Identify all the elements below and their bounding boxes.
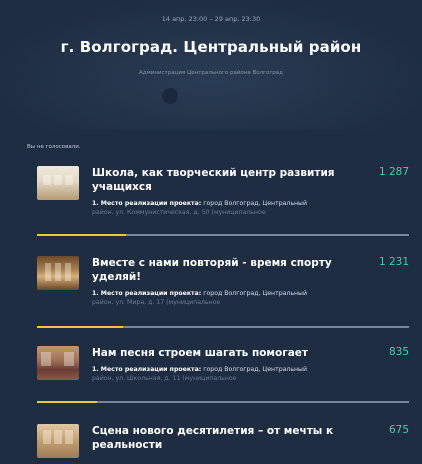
location-text: город Волгоград, Центральный bbox=[201, 290, 307, 297]
project-item[interactable]: Школа, как творческий центр развития уча… bbox=[37, 166, 415, 238]
page-title: г. Волгоград. Центральный район bbox=[60, 38, 362, 56]
progress-bar bbox=[37, 326, 409, 328]
voting-period: 14 апр, 23:00 – 29 апр, 23:30 bbox=[161, 15, 261, 23]
project-item[interactable]: Вместе с нами повторяй - время спорту уд… bbox=[37, 256, 415, 328]
location-text-more: район, ул. Мира, д. 17 (муниципальное bbox=[92, 299, 221, 306]
page-header: 14 апр, 23:00 – 29 апр, 23:30 г. Волгогр… bbox=[0, 0, 422, 130]
project-thumbnail[interactable] bbox=[37, 346, 79, 380]
project-title[interactable]: Нам песня строем шагать помогает bbox=[92, 346, 362, 360]
project-description: 1. Место реализации проекта: город Волго… bbox=[92, 365, 377, 383]
project-title[interactable]: Школа, как творческий центр развития уча… bbox=[92, 166, 362, 194]
location-label: 1. Место реализации проекта: bbox=[92, 200, 202, 207]
progress-fill bbox=[37, 326, 123, 328]
project-title[interactable]: Сцена нового десятилетия – от мечты к ре… bbox=[92, 424, 362, 452]
project-description: 1. Место реализации проекта: город Волго… bbox=[92, 199, 377, 217]
location-label: 1. Место реализации проекта: bbox=[92, 290, 202, 297]
project-item[interactable]: Сцена нового десятилетия – от мечты к ре… bbox=[37, 424, 415, 464]
progress-bar bbox=[37, 401, 409, 403]
vote-count: 1 231 bbox=[378, 256, 409, 268]
vote-count: 1 287 bbox=[378, 166, 409, 178]
location-text-more: район, ул. Школьная, д. 11 (муниципально… bbox=[92, 375, 237, 382]
project-title[interactable]: Вместе с нами повторяй - время спорту уд… bbox=[92, 256, 362, 284]
project-thumbnail[interactable] bbox=[37, 256, 79, 290]
location-text: город Волгоград, Центральный bbox=[201, 200, 307, 207]
organizer-name[interactable]: Администрация Центрального района Волгог… bbox=[0, 70, 422, 76]
location-text: город Волгоград, Центральный bbox=[201, 366, 307, 373]
header-decoration bbox=[162, 88, 178, 104]
vote-status-text: Вы не голосовали. bbox=[27, 144, 81, 150]
progress-fill bbox=[37, 401, 97, 403]
project-thumbnail[interactable] bbox=[37, 424, 79, 458]
project-thumbnail[interactable] bbox=[37, 166, 79, 200]
project-description: 1. Место реализации проекта: город Волго… bbox=[92, 289, 377, 307]
location-text-more: район, ул. Коммунистическая, д. 50 (муни… bbox=[92, 209, 266, 216]
location-label: 1. Место реализации проекта: bbox=[92, 366, 202, 373]
vote-count: 835 bbox=[388, 346, 409, 358]
project-item[interactable]: Нам песня строем шагать помогает 835 1. … bbox=[37, 346, 415, 406]
progress-fill bbox=[37, 234, 127, 236]
vote-count: 675 bbox=[388, 424, 409, 436]
progress-bar bbox=[37, 234, 409, 236]
